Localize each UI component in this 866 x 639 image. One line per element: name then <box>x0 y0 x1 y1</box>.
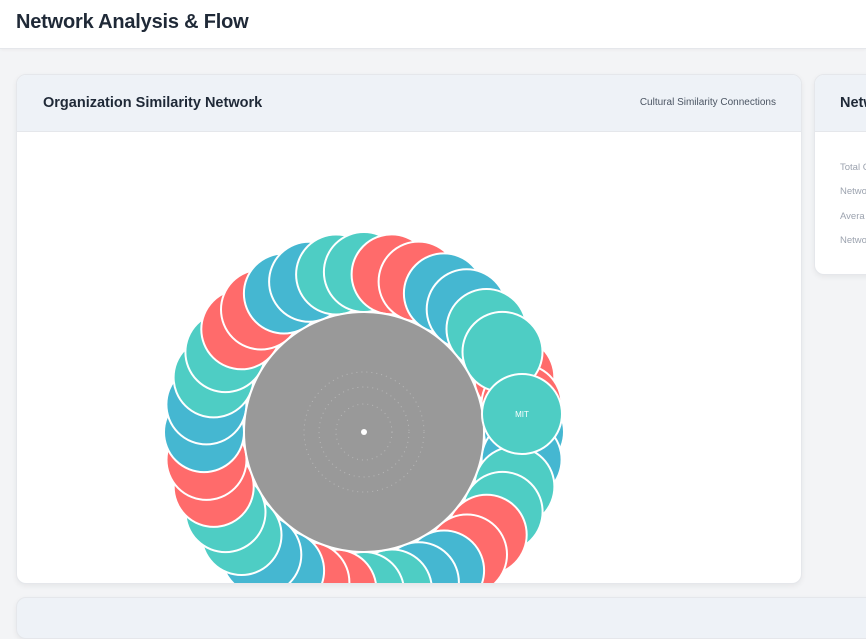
network-card: Organization Similarity Network Cultural… <box>16 74 802 584</box>
stats-card-header: Netw <box>815 75 866 132</box>
stat-label-average: Avera <box>840 211 865 222</box>
page-title: Network Analysis & Flow <box>16 11 249 33</box>
network-card-header: Organization Similarity Network Cultural… <box>17 75 801 132</box>
node-mit[interactable]: MIT <box>481 373 563 455</box>
stat-label-network-2: Netwo <box>840 235 866 246</box>
stat-label-network: Netwo <box>840 186 866 197</box>
node-mit-label: MIT <box>515 410 529 419</box>
network-graph[interactable]: MIT <box>17 132 801 583</box>
center-dot <box>361 429 367 435</box>
bottom-card <box>16 597 866 639</box>
network-card-title: Organization Similarity Network <box>43 95 263 111</box>
top-header: Network Analysis & Flow <box>0 0 866 49</box>
network-stats-card: Netw Total C Netwo Avera Netwo <box>814 74 866 275</box>
network-card-subtitle: Cultural Similarity Connections <box>639 97 776 108</box>
stat-label-total: Total C <box>840 162 866 173</box>
stats-card-title: Netw <box>840 95 866 111</box>
